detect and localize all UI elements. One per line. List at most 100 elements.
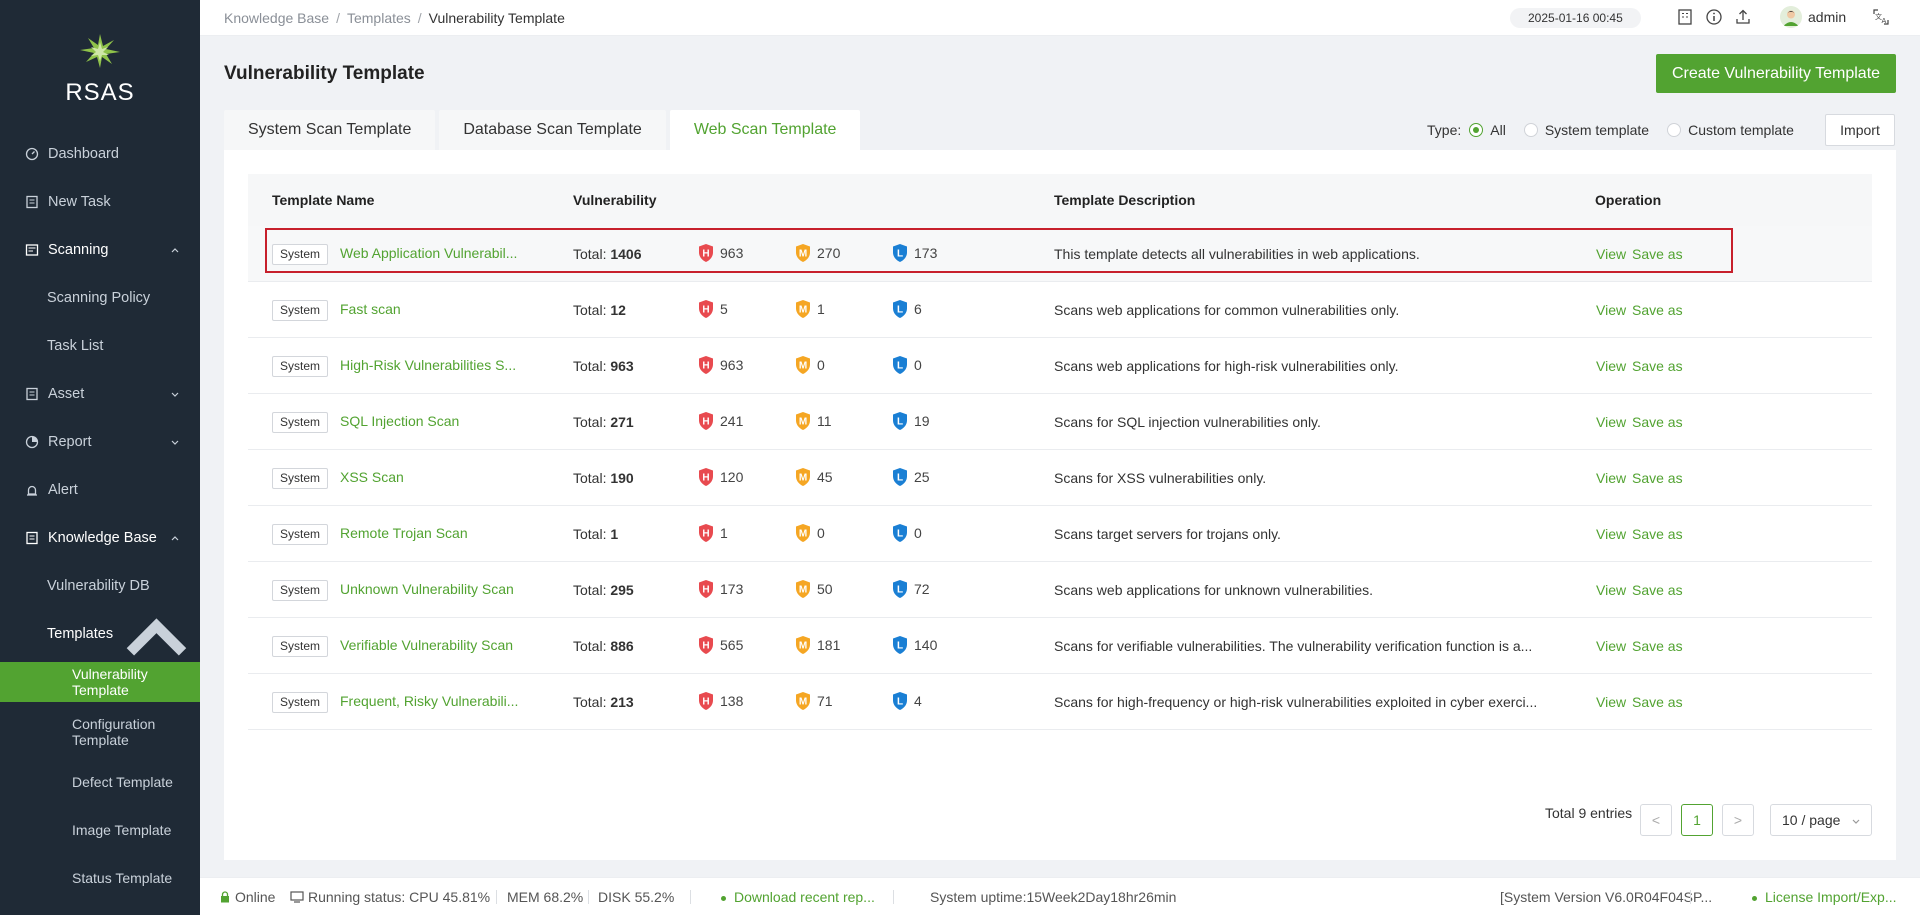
vulnerability-total: Total: 963 [573,358,634,374]
sidebar-item-dashboard[interactable]: Dashboard [0,130,200,178]
template-name-link[interactable]: XSS Scan [340,469,525,485]
save-as-link[interactable]: Save as [1632,526,1683,542]
view-link[interactable]: View [1596,358,1626,374]
save-as-link[interactable]: Save as [1632,414,1683,430]
sidebar-item-scanning-policy[interactable]: Scanning Policy [0,274,200,322]
template-name-link[interactable]: Frequent, Risky Vulnerabili... [340,693,525,709]
svg-text:L: L [897,249,903,260]
sidebar-nav: Dashboard New Task Scanning Scanning Pol… [0,130,200,902]
tab-system-scan-template[interactable]: System Scan Template [224,110,436,150]
datetime-display: 2025-01-16 00:45 [1510,8,1641,28]
license-import-export-link[interactable]: License Import/Exp... [1752,889,1897,905]
translate-icon[interactable]: 文A [1872,8,1890,26]
total-label: Total: [573,470,607,486]
view-link[interactable]: View [1596,526,1626,542]
sidebar-item-image-template[interactable]: Image Template [0,806,200,854]
mem-status: MEM 68.2% [507,889,584,905]
table-row: System XSS Scan Total: 190 H 120 M 45 L 25 Scans … [248,450,1872,506]
page-size-select[interactable]: 10 / page [1770,804,1872,836]
tab-database-scan-template[interactable]: Database Scan Template [439,110,666,150]
high-risk-count: H 120 [697,467,743,487]
type-radio-system-template[interactable]: System template [1523,122,1649,138]
svg-text:M: M [799,697,807,708]
save-as-link[interactable]: Save as [1632,582,1683,598]
view-link[interactable]: View [1596,246,1626,262]
task-icon [25,195,39,209]
svg-text:H: H [702,529,709,540]
total-label: Total: [573,694,607,710]
template-name-link[interactable]: Fast scan [340,301,525,317]
knowledge-base-icon [25,531,39,545]
view-link[interactable]: View [1596,302,1626,318]
low-risk-count: L0 [891,355,922,375]
save-as-link[interactable]: Save as [1632,694,1683,710]
save-as-link[interactable]: Save as [1632,358,1683,374]
template-description: Scans for XSS vulnerabilities only. [1054,470,1267,486]
high-risk-icon: H [697,411,720,431]
vulnerability-total: Total: 213 [573,694,634,710]
sidebar-item-alert[interactable]: Alert [0,466,200,514]
template-description: Scans for verifiable vulnerabilities. Th… [1054,638,1533,654]
template-description: This template detects all vulnerabilitie… [1054,246,1420,262]
save-as-link[interactable]: Save as [1632,302,1683,318]
column-header-operation: Operation [1595,192,1662,208]
template-name-link[interactable]: High-Risk Vulnerabilities S... [340,357,525,373]
table-row: System Verifiable Vulnerability Scan Total… [248,618,1872,674]
pagination-next-button[interactable]: > [1722,804,1754,836]
template-description: Scans for SQL injection vulnerabilities … [1054,414,1321,430]
sidebar-item-label: Knowledge Base [48,530,157,546]
radio-label: All [1490,122,1506,138]
view-link[interactable]: View [1596,582,1626,598]
sidebar-item-templates[interactable]: Templates [0,610,200,658]
breadcrumb-knowledge-base[interactable]: Knowledge Base [224,10,329,26]
sidebar-item-label: Scanning [48,242,109,258]
pagination-page-button[interactable]: 1 [1681,804,1713,836]
low-risk-count: L 72 [891,579,930,599]
sidebar-item-task-list[interactable]: Task List [0,322,200,370]
save-as-link[interactable]: Save as [1632,470,1683,486]
sidebar-item-defect-template[interactable]: Defect Template [0,758,200,806]
view-link[interactable]: View [1596,470,1626,486]
chevron-up-icon [171,536,179,541]
sidebar-item-knowledge-base[interactable]: Knowledge Base [0,514,200,562]
template-type-badge: System [272,244,329,265]
view-link[interactable]: View [1596,638,1626,654]
medium-risk-icon: M [794,579,817,599]
save-as-link[interactable]: Save as [1632,638,1683,654]
template-name-link[interactable]: Unknown Vulnerability Scan [340,581,525,597]
total-label: Total: [573,414,607,430]
svg-text:M: M [799,361,807,372]
create-vulnerability-template-button[interactable]: Create Vulnerability Template [1656,54,1896,93]
low-count: 0 [914,525,922,541]
sidebar-item-report[interactable]: Report [0,418,200,466]
total-count: 963 [610,358,634,374]
svg-text:L: L [897,585,903,596]
type-radio-all[interactable]: All [1469,122,1506,138]
template-name-link[interactable]: SQL Injection Scan [340,413,525,429]
breadcrumb-templates[interactable]: Templates [347,10,411,26]
sidebar-item-asset[interactable]: Asset [0,370,200,418]
medium-risk-count: M 181 [794,635,840,655]
import-button[interactable]: Import [1825,114,1895,146]
view-link[interactable]: View [1596,414,1626,430]
type-radio-custom-template[interactable]: Custom template [1667,122,1794,138]
medium-count: 50 [817,581,833,597]
view-link[interactable]: View [1596,694,1626,710]
building-icon[interactable] [1676,8,1694,26]
sidebar-item-configuration-template[interactable]: Configuration Template [0,706,200,758]
tab-web-scan-template[interactable]: Web Scan Template [669,110,861,150]
sidebar-item-status-template[interactable]: Status Template [0,854,200,902]
user-menu[interactable]: admin [1780,6,1846,28]
template-name-link[interactable]: Remote Trojan Scan [340,525,525,541]
download-recent-report-link[interactable]: Download recent rep... [721,889,875,905]
upload-icon[interactable] [1734,8,1752,26]
save-as-link[interactable]: Save as [1632,246,1683,262]
sidebar-item-scanning[interactable]: Scanning [0,226,200,274]
template-name-link[interactable]: Web Application Vulnerabil... [340,245,525,261]
footer-divider [1690,890,1691,904]
info-icon[interactable] [1705,8,1723,26]
template-name-link[interactable]: Verifiable Vulnerability Scan [340,637,525,653]
pagination-prev-button[interactable]: < [1640,804,1672,836]
sidebar-item-new-task[interactable]: New Task [0,178,200,226]
sidebar-item-label: Alert [48,482,78,498]
